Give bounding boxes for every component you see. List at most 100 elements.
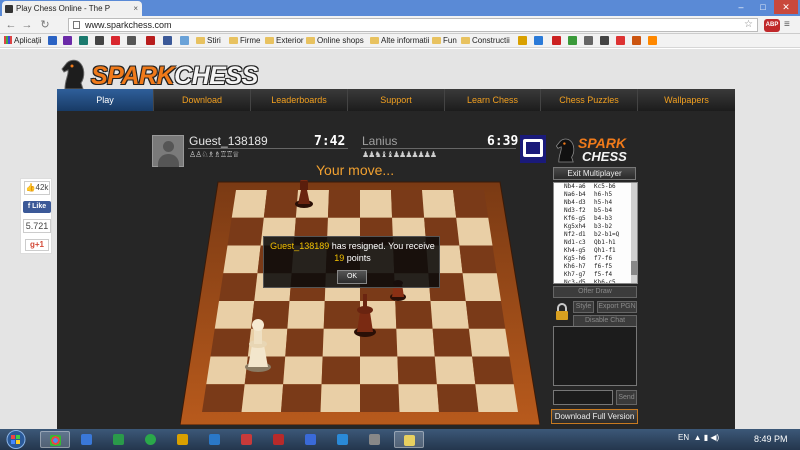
chat-input[interactable] <box>553 390 613 405</box>
ok-button[interactable]: OK <box>337 270 367 284</box>
bookmark-site-icon[interactable] <box>127 36 136 45</box>
close-window-button[interactable]: ✕ <box>774 0 798 14</box>
browser-menu-icon[interactable]: ≡ <box>784 19 796 31</box>
board-square[interactable] <box>472 356 514 385</box>
board-square[interactable] <box>327 190 360 218</box>
bookmark-site-icon[interactable] <box>584 36 593 45</box>
start-button-icon[interactable] <box>3 430 29 449</box>
nav-chess-puzzles[interactable]: Chess Puzzles <box>541 89 638 111</box>
board-square[interactable] <box>396 328 435 357</box>
board-square[interactable] <box>283 356 323 385</box>
bookmark-folder[interactable]: Fun <box>432 35 457 47</box>
export-pgn-button[interactable]: Export PGN <box>597 301 637 313</box>
board-square[interactable] <box>214 301 255 329</box>
chess-board-graphic[interactable] <box>179 172 541 426</box>
board-square[interactable] <box>456 217 493 246</box>
taskbar-app[interactable] <box>72 431 102 448</box>
sparkchess-logo[interactable]: SPARKCHESS <box>57 57 287 91</box>
board-square[interactable] <box>434 356 476 385</box>
board-square[interactable] <box>360 384 400 412</box>
board-square[interactable] <box>263 190 298 218</box>
exit-multiplayer-button[interactable]: Exit Multiplayer <box>553 167 636 180</box>
move-list[interactable]: Nb4-a6 Kc5-b6 Na6-b4 h6-h5 Nb4-d3 h5-h4 Nd3-f2… <box>553 182 638 284</box>
bookmark-yahoo-icon[interactable] <box>63 36 72 45</box>
board-square[interactable] <box>462 273 501 301</box>
board-square[interactable] <box>468 328 510 357</box>
taskbar-app[interactable] <box>264 431 294 448</box>
bookmark-site-icon[interactable] <box>632 36 641 45</box>
board-square[interactable] <box>360 356 399 385</box>
taskbar-app[interactable] <box>328 431 358 448</box>
bookmark-site-icon[interactable] <box>534 36 543 45</box>
back-icon[interactable]: ← <box>4 18 18 32</box>
board-square[interactable] <box>398 384 439 412</box>
browser-tab[interactable]: Play Chess Online - The P × <box>2 1 142 16</box>
bookmark-site-icon[interactable] <box>111 36 120 45</box>
board-square[interactable] <box>475 384 518 412</box>
taskbar-app[interactable] <box>200 431 230 448</box>
nav-wallpapers[interactable]: Wallpapers <box>638 89 735 111</box>
bookmark-site-icon[interactable] <box>616 36 625 45</box>
nav-leaderboards[interactable]: Leaderboards <box>251 89 348 111</box>
taskbar-app[interactable] <box>168 431 198 448</box>
nav-support[interactable]: Support <box>348 89 445 111</box>
language-indicator[interactable]: EN <box>678 433 689 442</box>
board-square[interactable] <box>422 190 457 218</box>
bookmark-site-icon[interactable] <box>648 36 657 45</box>
tab-close-icon[interactable]: × <box>133 1 138 16</box>
chess-board[interactable] <box>179 172 541 426</box>
board-square[interactable] <box>459 245 497 274</box>
minimize-button[interactable]: – <box>730 0 752 14</box>
board-square[interactable] <box>360 190 393 218</box>
nav-play[interactable]: Play <box>57 89 154 111</box>
bookmark-site-icon[interactable] <box>552 36 561 45</box>
board-square[interactable] <box>397 356 437 385</box>
facebook-like-button[interactable]: f Like <box>23 201 51 213</box>
taskbar-app[interactable] <box>296 431 326 448</box>
taskbar-app[interactable] <box>136 431 166 448</box>
forward-icon[interactable]: → <box>20 18 34 32</box>
board-square[interactable] <box>287 301 325 329</box>
bookmark-site-icon[interactable] <box>568 36 577 45</box>
board-square[interactable] <box>241 384 284 412</box>
bookmark-folder[interactable]: Exterior <box>265 35 304 47</box>
board-square[interactable] <box>436 384 479 412</box>
bookmark-folder[interactable]: Online shops <box>306 35 364 47</box>
board-square[interactable] <box>432 328 473 357</box>
board-square[interactable] <box>430 301 469 329</box>
board-square[interactable] <box>285 328 324 357</box>
offer-draw-button[interactable]: Offer Draw <box>553 286 637 298</box>
board-square[interactable] <box>323 301 360 329</box>
url-bar[interactable]: www.sparkchess.com ☆ <box>68 18 758 32</box>
board-square[interactable] <box>223 245 261 274</box>
board-square[interactable] <box>219 273 258 301</box>
nav-learn-chess[interactable]: Learn Chess <box>445 89 541 111</box>
bookmark-facebook-icon[interactable] <box>163 36 172 45</box>
board-square[interactable] <box>281 384 322 412</box>
bookmark-folder[interactable]: Stiri <box>196 35 221 47</box>
send-button[interactable]: Send <box>616 390 637 405</box>
board-square[interactable] <box>465 301 506 329</box>
taskbar-clock[interactable]: 8:49 PM <box>754 434 788 444</box>
google-plus-button[interactable]: g+1 <box>25 239 49 251</box>
board-square[interactable] <box>321 356 360 385</box>
reload-icon[interactable]: ↻ <box>38 18 52 32</box>
board-square[interactable] <box>453 190 489 218</box>
move-list-scrollbar[interactable] <box>631 183 637 283</box>
bookmark-site-icon[interactable] <box>146 36 155 45</box>
bookmark-folder[interactable]: Firme <box>229 35 260 47</box>
board-square[interactable] <box>320 384 361 412</box>
board-square[interactable] <box>231 190 267 218</box>
board-square[interactable] <box>210 328 252 357</box>
bookmark-site-icon[interactable] <box>180 36 189 45</box>
board-square[interactable] <box>227 217 264 246</box>
board-square[interactable] <box>202 384 245 412</box>
board-square[interactable] <box>391 190 425 218</box>
bookmark-site-icon[interactable] <box>95 36 104 45</box>
download-full-version-button[interactable]: Download Full Version <box>551 409 638 424</box>
bookmark-site-icon[interactable] <box>600 36 609 45</box>
board-square[interactable] <box>395 301 433 329</box>
bookmark-folder[interactable]: Constructii <box>461 35 510 47</box>
bookmark-star-icon[interactable]: ☆ <box>744 19 753 31</box>
nav-download[interactable]: Download <box>154 89 251 111</box>
